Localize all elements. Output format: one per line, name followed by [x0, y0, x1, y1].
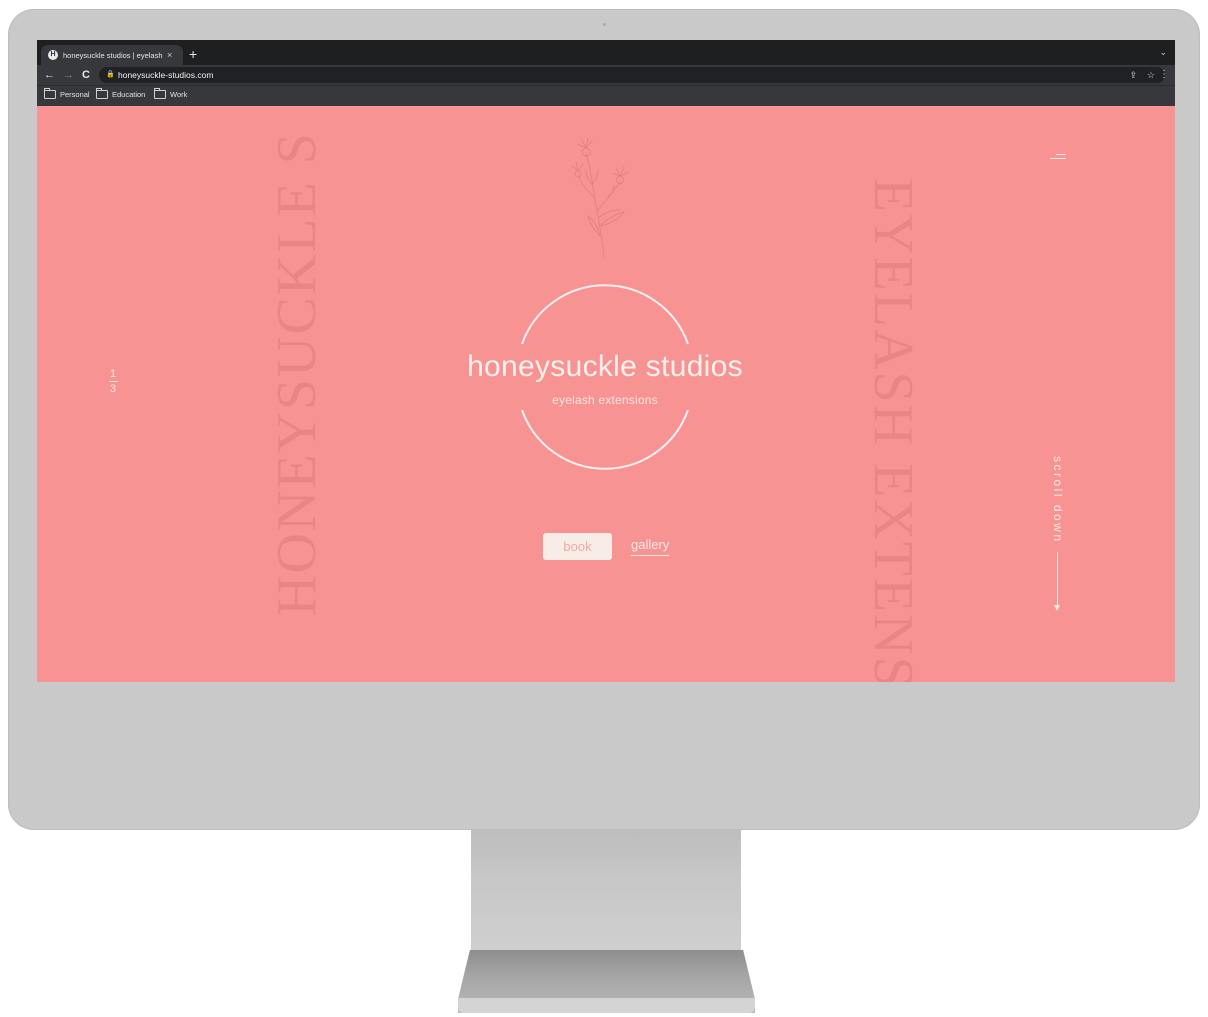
pager-total: 3 — [109, 383, 117, 395]
pager-current: 1 — [109, 368, 117, 380]
reload-icon[interactable]: C — [82, 68, 90, 82]
website-hero: HONEYSUCKLE S EYELASH EXTENS 1 3 honeysu… — [37, 106, 1175, 682]
brand-name: honeysuckle studios — [467, 350, 743, 383]
slide-pager: 1 3 — [107, 368, 119, 395]
close-icon[interactable]: × — [167, 50, 172, 60]
vertical-service-text: EYELASH EXTENS — [862, 178, 924, 682]
back-arrow-icon[interactable]: ← — [44, 68, 55, 82]
chevron-down-icon[interactable]: ⌄ — [1159, 47, 1167, 58]
address-bar[interactable]: 🔒 honeysuckle-studios.com ⇪ ☆ — [99, 67, 1165, 83]
bookmark-education[interactable]: Education — [96, 88, 146, 99]
favicon-icon: H — [48, 50, 58, 60]
folder-icon — [96, 88, 108, 99]
monitor-stand-lip — [458, 998, 755, 1013]
honeysuckle-flower-icon — [571, 137, 629, 258]
camera-dot — [603, 23, 606, 26]
share-icon[interactable]: ⇪ — [1129, 68, 1137, 82]
url-text: honeysuckle-studios.com — [118, 70, 214, 80]
tab-bar: H honeysuckle studios | eyelash extensio… — [37, 40, 1175, 65]
bookmark-personal[interactable]: Personal — [44, 88, 90, 99]
new-tab-button[interactable]: + — [189, 45, 197, 63]
folder-icon — [154, 88, 166, 99]
more-menu-icon[interactable]: ⋮ — [1159, 68, 1169, 82]
scroll-line — [1057, 552, 1058, 606]
browser-toolbar: ← → C 🔒 honeysuckle-studios.com ⇪ ☆ ⋮ — [37, 65, 1175, 85]
bookmark-work[interactable]: Work — [154, 88, 188, 99]
forward-arrow-icon[interactable]: → — [63, 68, 74, 82]
scroll-down-label[interactable]: scroll down — [1051, 456, 1065, 544]
arrow-down-icon — [1054, 605, 1060, 611]
star-icon[interactable]: ☆ — [1147, 68, 1155, 82]
menu-icon[interactable] — [1050, 154, 1066, 160]
monitor-stand-neck — [471, 829, 741, 951]
browser-window: H honeysuckle studios | eyelash extensio… — [37, 40, 1175, 682]
tab-title: honeysuckle studios | eyelash extensions — [63, 50, 163, 60]
monitor-frame: H honeysuckle studios | eyelash extensio… — [8, 9, 1200, 830]
book-button[interactable]: book — [543, 533, 612, 560]
folder-icon — [44, 88, 56, 99]
bookmarks-bar: Personal Education Work — [37, 85, 1175, 106]
bookmark-label: Work — [170, 90, 188, 99]
vertical-brand-text: HONEYSUCKLE S — [266, 131, 328, 616]
gallery-link[interactable]: gallery — [631, 537, 670, 556]
brand-tagline: eyelash extensions — [552, 393, 658, 407]
bookmark-label: Education — [112, 90, 146, 99]
tab-active[interactable]: H honeysuckle studios | eyelash extensio… — [41, 45, 183, 65]
bookmark-label: Personal — [60, 90, 90, 99]
lock-icon: 🔒 — [106, 71, 115, 78]
